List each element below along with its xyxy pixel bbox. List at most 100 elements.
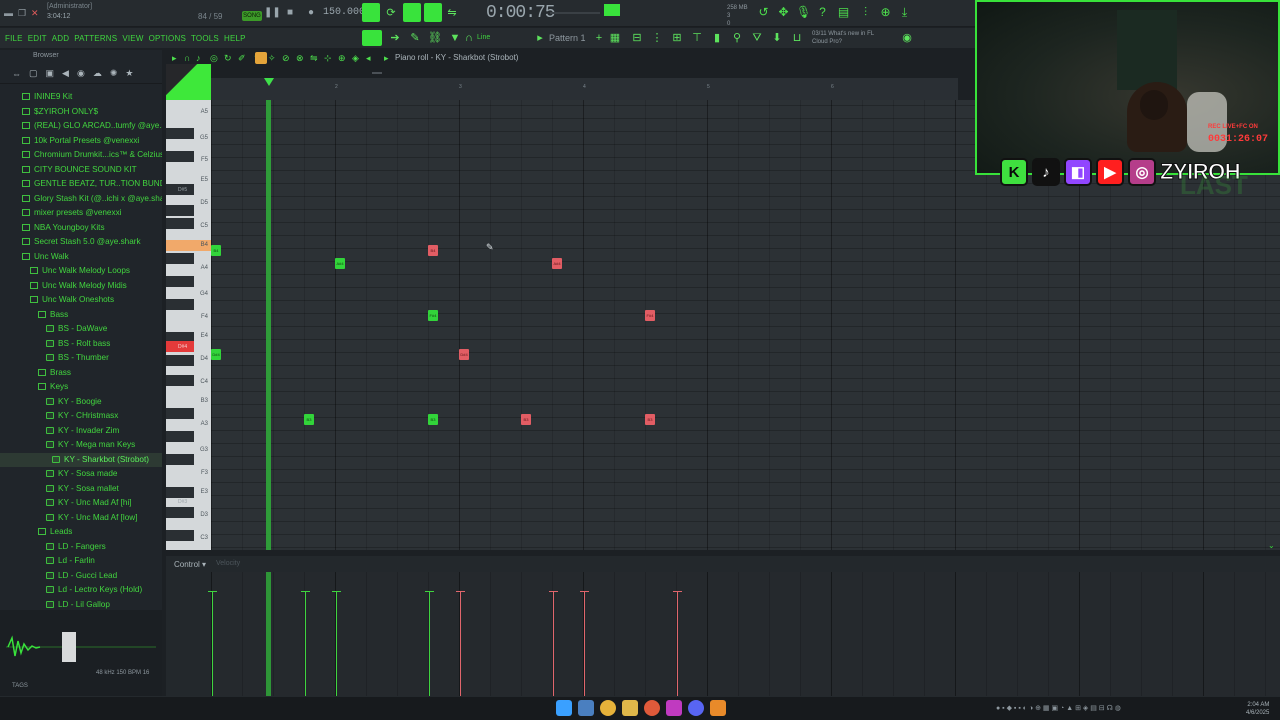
resize-grip[interactable]	[372, 72, 382, 74]
browser-folder[interactable]: Unc Walk Oneshots	[0, 293, 162, 308]
browser-folder[interactable]: NBA Youngboy Kits	[0, 221, 162, 236]
explorer-app-icon[interactable]	[578, 700, 594, 716]
mute-icon[interactable]: ⊗	[296, 53, 304, 64]
select-icon[interactable]: ⊹	[324, 53, 332, 64]
master-pitch-slider[interactable]	[550, 12, 600, 14]
black-key[interactable]	[166, 218, 194, 229]
menu-options[interactable]: OPTIONS	[149, 34, 186, 43]
browser-file[interactable]: KY - Unc Mad Af [hi]	[0, 496, 162, 511]
browser-folder[interactable]: Keys	[0, 380, 162, 395]
globe-icon[interactable]: ✺	[110, 68, 118, 79]
arrow-right-icon[interactable]: ➔	[388, 31, 402, 45]
disc-icon[interactable]: ◉	[77, 68, 85, 79]
note[interactable]: F#4	[645, 310, 655, 321]
cloud-browser-icon[interactable]: ☁	[93, 68, 102, 79]
browser-file[interactable]: KY - Sosa made	[0, 467, 162, 482]
menu-help[interactable]: HELP	[224, 34, 246, 43]
browser-file[interactable]: LD - Gucci Lead	[0, 569, 162, 584]
browser-folder[interactable]: Unc Walk Melody Midis	[0, 279, 162, 294]
browser-folder[interactable]: Secret Stash 5.0 @aye.shark	[0, 235, 162, 250]
folder-view-icon[interactable]: ▢	[29, 68, 38, 79]
velocity-lane[interactable]	[208, 572, 1280, 696]
slice-icon[interactable]: ⇋	[310, 53, 318, 64]
control-selector[interactable]: Control ▾	[174, 560, 206, 569]
black-key[interactable]	[166, 408, 194, 419]
fl-logo-icon[interactable]: ◉	[900, 31, 914, 45]
velocity-bar[interactable]	[332, 591, 341, 696]
download-icon[interactable]: ⤓	[897, 5, 912, 20]
browser-tool-icon[interactable]: ⊞	[670, 31, 684, 45]
black-key[interactable]	[166, 151, 194, 162]
record-icon[interactable]: ●	[305, 7, 317, 19]
black-key[interactable]	[166, 375, 194, 386]
countdown-button[interactable]	[424, 3, 442, 22]
tray-icons[interactable]: ● ▪ ◆ ▪ ▪ ◐ ◑ ⊕ ▦ ▣ ◔ ▲ ⊞ ◈ ▤ ⊟ ☊ ◍	[996, 704, 1121, 712]
note[interactable]: B3	[304, 414, 314, 425]
song-mode-button[interactable]: SONG	[242, 11, 262, 21]
pause-icon[interactable]: ❚❚	[264, 7, 281, 19]
browser-file[interactable]: BS - DaWave	[0, 322, 162, 337]
browser-folder[interactable]: $ZYIROH ONLY$	[0, 105, 162, 120]
chrome-icon[interactable]	[600, 700, 616, 716]
snap-mode-label[interactable]: Line	[477, 34, 490, 41]
pattern-selector[interactable]: Pattern 1	[549, 33, 586, 43]
timeline-ruler[interactable]: 2 3 4 5 6	[211, 78, 958, 100]
plugin-icon[interactable]: ✥	[776, 5, 791, 20]
metronome-button[interactable]	[403, 3, 421, 22]
stats-icon[interactable]: ⛛	[750, 31, 764, 45]
black-key[interactable]	[166, 355, 194, 366]
browser-file[interactable]: KY - Sosa mallet	[0, 482, 162, 497]
tags-label[interactable]: TAGS	[12, 683, 28, 689]
browser-file[interactable]: Ld - Lectro Keys (Hold)	[0, 583, 162, 598]
speaker-icon[interactable]: ◂	[366, 53, 371, 64]
black-key[interactable]	[166, 205, 194, 216]
help-icon[interactable]: ?	[815, 5, 830, 20]
menu-file[interactable]: FILE	[5, 34, 23, 43]
star-icon[interactable]: ★	[125, 68, 133, 79]
velocity-bar[interactable]	[549, 591, 558, 696]
playback-icon[interactable]: ◈	[352, 53, 359, 64]
files-icon[interactable]: ▣	[46, 68, 55, 79]
news-panel[interactable]: 03/11 What's new in FL Cloud Pro?	[812, 30, 874, 46]
browser-file[interactable]: KY - Invader Zim	[0, 424, 162, 439]
active-key-ds4[interactable]: D#4	[166, 341, 194, 352]
master-volume-meter[interactable]	[604, 4, 620, 16]
magnet-pr-icon[interactable]: ∩	[184, 53, 190, 63]
blend-icon[interactable]: ⇋	[445, 6, 459, 20]
browser-folder[interactable]: Unc Walk Melody Loops	[0, 264, 162, 279]
options-arrow-icon[interactable]: ▸	[172, 53, 177, 64]
close-icon[interactable]: ✕	[31, 8, 39, 19]
menu-patterns[interactable]: PATTERNS	[74, 34, 117, 43]
pattern-prev-icon[interactable]: ▸	[533, 31, 547, 45]
tempo-display[interactable]: 150.000	[323, 7, 365, 18]
channel-tool-icon[interactable]: ⋮	[650, 31, 664, 45]
touch-icon[interactable]: ⚲	[730, 31, 744, 45]
black-key[interactable]	[166, 431, 194, 442]
system-clock[interactable]: 2:04 AM 4/6/2025	[1246, 701, 1269, 717]
step-icon[interactable]: ◎	[210, 53, 218, 64]
browser-folder[interactable]: (REAL) GLO ARCAD..tumfy @aye.shark	[0, 119, 162, 134]
black-key[interactable]	[166, 253, 194, 264]
menu-tools[interactable]: TOOLS	[191, 34, 219, 43]
discord-icon[interactable]	[688, 700, 704, 716]
cart-icon[interactable]: ⊔	[790, 31, 804, 45]
black-key[interactable]	[166, 454, 194, 465]
playhead-marker[interactable]	[264, 78, 274, 86]
draw-icon[interactable]: ✎	[408, 31, 422, 45]
browser-folder[interactable]: mixer presets @venexxi	[0, 206, 162, 221]
active-tool-icon[interactable]	[255, 52, 267, 64]
note[interactable]: B3	[521, 414, 531, 425]
piano-tool-icon[interactable]: ⊤	[690, 31, 704, 45]
menu-edit[interactable]: EDIT	[28, 34, 47, 43]
obs-icon[interactable]	[666, 700, 682, 716]
mixer-icon[interactable]: ▤	[836, 5, 851, 20]
pattern-mode-button[interactable]	[362, 3, 380, 22]
browser-file[interactable]: Ld - Farlin	[0, 554, 162, 569]
expand-icon[interactable]: ⇔	[12, 69, 21, 79]
note[interactable]: F#4	[428, 310, 438, 321]
browser-folder[interactable]: ININE9 Kit	[0, 90, 162, 105]
browser-file[interactable]: KY - CHristmasx	[0, 409, 162, 424]
black-key[interactable]	[166, 276, 194, 287]
magnet-icon[interactable]: ∩	[462, 31, 476, 45]
undo-history-icon[interactable]: ↺	[756, 5, 771, 20]
